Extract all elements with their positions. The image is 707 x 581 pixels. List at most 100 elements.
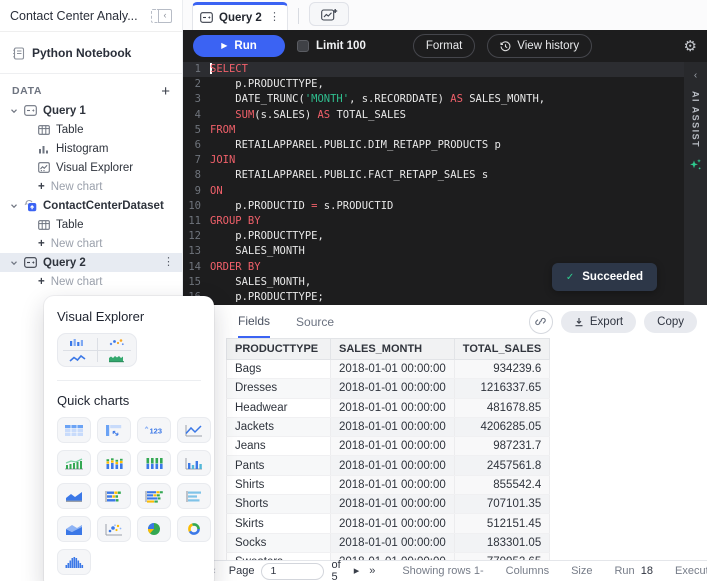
quick-chart-multi-stacked-bar[interactable] (137, 483, 171, 509)
copy-button[interactable]: Copy (644, 311, 697, 333)
cell: 770952.65 (454, 552, 549, 560)
column-header[interactable]: TOTAL_SALES (454, 339, 549, 360)
quick-chart-pivot[interactable] (97, 417, 131, 443)
quick-chart-table[interactable] (57, 417, 91, 443)
sidebar-item-query1[interactable]: Query 1 (0, 101, 182, 120)
code-text: JOIN (210, 153, 235, 168)
code-text: p.PRODUCTTYPE; (210, 290, 324, 305)
link-button[interactable] (529, 310, 553, 334)
status-label: Succeeded (582, 271, 643, 283)
export-button[interactable]: Export (561, 311, 636, 333)
last-page-icon[interactable]: » (364, 566, 380, 577)
code-line[interactable]: 10 p.PRODUCTID = s.PRODUCTID (183, 199, 684, 214)
new-chart-tab-button[interactable] (309, 2, 349, 26)
quick-chart-line[interactable] (177, 417, 211, 443)
code-line[interactable]: 6 RETAILAPPAREL.PUBLIC.DIM_RETAPP_PRODUC… (183, 138, 684, 153)
page-input[interactable] (261, 563, 324, 580)
cell: 934239.6 (454, 360, 549, 379)
sidebar-item-dataset-new-chart[interactable]: + New chart (0, 234, 182, 253)
next-page-icon[interactable]: ▸ (349, 566, 365, 577)
code-line[interactable]: 11GROUP BY (183, 214, 684, 229)
code-line[interactable]: 3 DATE_TRUNC('MONTH', s.RECORDDATE) AS S… (183, 92, 684, 107)
sidebar-item-query1-new-chart[interactable]: + New chart (0, 177, 182, 196)
sidebar-item-query1-histogram[interactable]: Histogram (0, 139, 182, 158)
sidebar-collapse-icon[interactable]: ‹ (151, 9, 172, 23)
code-text: RETAILAPPAREL.PUBLIC.FACT_RETAPP_SALES s (210, 168, 488, 183)
code-line[interactable]: 9ON (183, 184, 684, 199)
chevron-down-icon[interactable] (10, 202, 18, 210)
code-line[interactable]: 2 p.PRODUCTTYPE, (183, 77, 684, 92)
mini-line-chart-icon (69, 354, 86, 363)
data-section-header: DATA + (0, 81, 182, 101)
code-line[interactable]: 5FROM (183, 123, 684, 138)
quick-chart-area[interactable] (57, 483, 91, 509)
code-line[interactable]: 4 SUM(s.SALES) AS TOTAL_SALES (183, 108, 684, 123)
chart-plus-icon (321, 8, 338, 21)
table-row[interactable]: Skirts2018-01-01 00:00:00512151.45 (227, 514, 550, 533)
table-row[interactable]: Dresses2018-01-01 00:00:001216337.65 (227, 379, 550, 398)
quick-chart-filled-area[interactable] (57, 516, 91, 542)
run-button[interactable]: ▶ Run (193, 35, 285, 57)
quick-chart-column[interactable] (177, 450, 211, 476)
format-button[interactable]: Format (413, 34, 475, 58)
quick-chart-donut[interactable] (177, 516, 211, 542)
view-history-button[interactable]: View history (487, 34, 592, 58)
sidebar-item-dataset-table[interactable]: Table (0, 215, 182, 234)
code-line[interactable]: 13 SALES_MONTH (183, 244, 684, 259)
code-line[interactable]: 12 p.PRODUCTTYPE, (183, 229, 684, 244)
table-row[interactable]: Headwear2018-01-01 00:00:00481678.85 (227, 398, 550, 417)
table-row[interactable]: Shirts2018-01-01 00:00:00855542.4 (227, 475, 550, 494)
sidebar-item-query1-table[interactable]: Table (0, 120, 182, 139)
quick-chart-stacked-column[interactable] (97, 450, 131, 476)
cell: 707101.35 (454, 495, 549, 514)
sidebar-item-python-notebook[interactable]: Python Notebook (0, 42, 182, 64)
quick-chart-histogram[interactable] (57, 549, 91, 575)
sidebar-item-query2[interactable]: Query 2 ⋮ (0, 253, 182, 272)
format-label: Format (426, 40, 462, 52)
table-row[interactable]: Bags2018-01-01 00:00:00934239.6 (227, 360, 550, 379)
column-header[interactable]: SALES_MONTH (331, 339, 455, 360)
table-row[interactable]: Shorts2018-01-01 00:00:00707101.35 (227, 495, 550, 514)
tab-source[interactable]: Source (296, 305, 334, 338)
code-line[interactable]: 16 p.PRODUCTTYPE; (183, 290, 684, 305)
table-row[interactable]: Socks2018-01-01 00:00:00183301.05 (227, 533, 550, 552)
gear-icon[interactable]: ⚙ (684, 39, 697, 54)
quick-chart-single-value[interactable]: 123 (137, 417, 171, 443)
table-row[interactable]: Pants2018-01-01 00:00:002457561.8 (227, 456, 550, 475)
sidebar-item-query1-visual-explorer[interactable]: Visual Explorer (0, 158, 182, 177)
limit-checkbox[interactable] (297, 40, 309, 52)
tab-fields[interactable]: Fields (238, 305, 270, 338)
check-icon: ✓ (566, 272, 574, 283)
chevron-down-icon[interactable] (10, 107, 18, 115)
code-line[interactable]: 8 RETAILAPPAREL.PUBLIC.FACT_RETAPP_SALES… (183, 168, 684, 183)
quick-chart-scatter[interactable] (97, 516, 131, 542)
quick-chart-stacked-bar[interactable] (97, 483, 131, 509)
sidebar-item-label: Query 2 (43, 257, 157, 269)
pie-chart-icon (147, 522, 161, 536)
quick-chart-combo[interactable] (57, 450, 91, 476)
table-row[interactable]: Jeans2018-01-01 00:00:00987231.7 (227, 437, 550, 456)
quick-chart-bar[interactable] (177, 483, 211, 509)
tab-kebab-icon[interactable]: ⋮ (269, 12, 280, 23)
editor-toolbar: ▶ Run Limit 100 Format View history ⚙ (183, 30, 707, 62)
visual-explorer-button[interactable] (57, 333, 137, 367)
columns-label[interactable]: Columns (506, 565, 549, 577)
code-line[interactable]: 7JOIN (183, 153, 684, 168)
cell: 2018-01-01 00:00:00 (331, 417, 455, 436)
line-number: 3 (183, 92, 201, 107)
sidebar-item-query2-new-chart[interactable]: + New chart (0, 272, 182, 291)
table-row[interactable]: Jackets2018-01-01 00:00:004206285.05 (227, 417, 550, 436)
size-label[interactable]: Size (571, 565, 592, 577)
chevron-down-icon[interactable] (10, 259, 18, 267)
sidebar-item-contactcenterdataset[interactable]: ContactCenterDataset (0, 196, 182, 215)
table-row[interactable]: Sweaters2018-01-01 00:00:00770952.65 (227, 552, 550, 560)
ai-sparkle-icon[interactable] (689, 158, 702, 171)
quick-chart-grouped-column[interactable] (137, 450, 171, 476)
tab-query2[interactable]: Query 2 ⋮ (192, 2, 288, 30)
quick-chart-pie[interactable] (137, 516, 171, 542)
code-line[interactable]: 1SELECT (183, 62, 684, 77)
ai-expand-chevron-icon[interactable]: ‹ (694, 70, 697, 81)
add-data-button[interactable]: + (161, 84, 170, 99)
kebab-menu-icon[interactable]: ⋮ (163, 257, 174, 268)
column-header[interactable]: PRODUCTTYPE (227, 339, 331, 360)
